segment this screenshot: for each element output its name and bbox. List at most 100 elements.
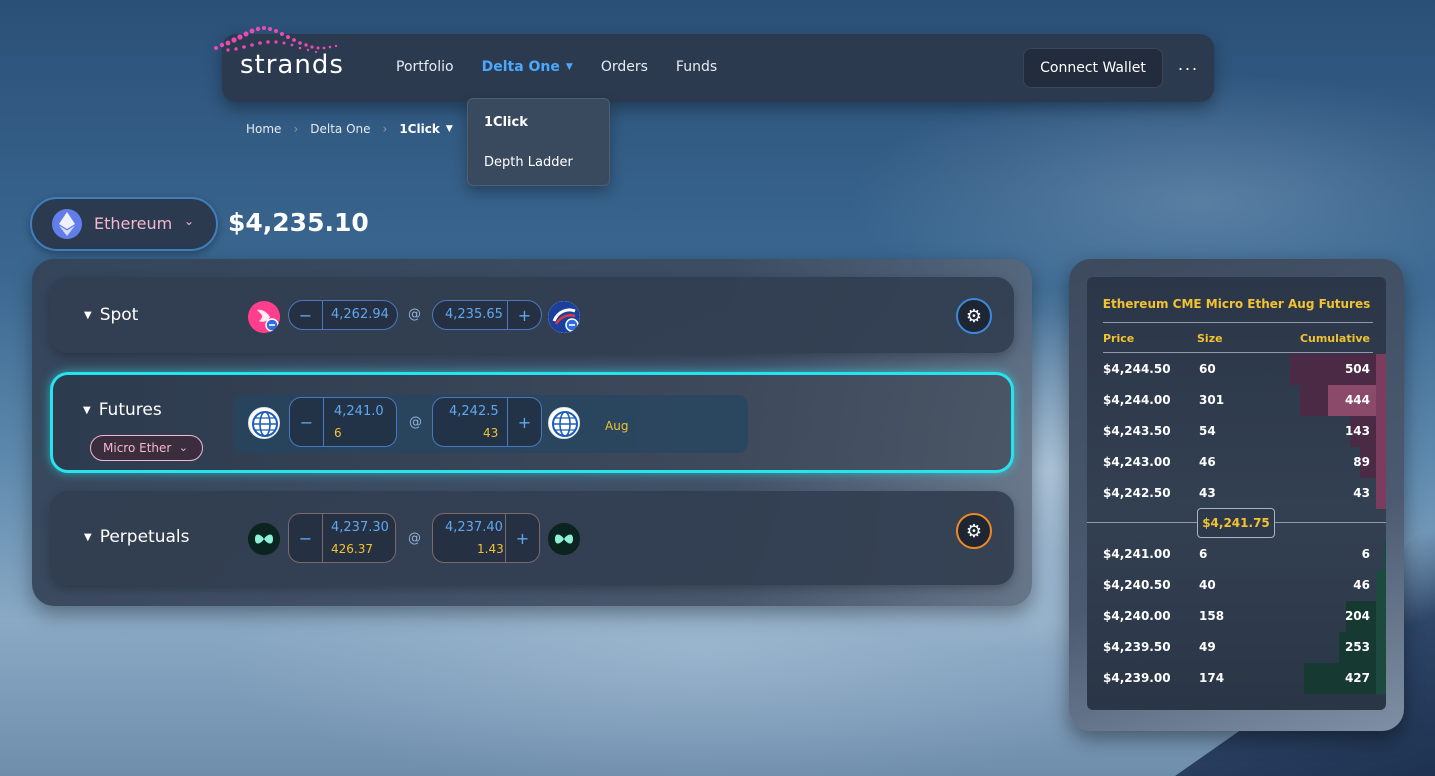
perps-ask-size: 1.43 [477,542,504,556]
bid-cumulative: 427 [1344,671,1370,685]
spot-bid-minus-button[interactable]: − [289,301,323,329]
hyperliquid-icon [248,523,280,555]
futures-bid-size: 6 [334,426,342,440]
perps-bid-size: 426.37 [331,542,373,556]
perps-settings-gear-icon[interactable]: ⚙ [956,513,992,549]
spot-bid-box[interactable]: − 4,262.94 [288,300,398,330]
ask-row[interactable]: $4,243.00 46 89 [1087,447,1386,478]
spot-bid-price: 4,262.94 [331,307,389,322]
depth-bar-edge [1376,570,1386,601]
nav-links: Portfolio Delta One ▼ Orders Funds [396,59,717,75]
depth-bar-edge [1376,416,1386,447]
order-book: Ethereum CME Micro Ether Aug Futures Pri… [1087,277,1386,710]
logo[interactable]: strands [210,18,370,88]
bid-cumulative: 46 [1353,578,1370,592]
futures-ask-plus-button[interactable]: + [507,398,541,446]
col-header-price: Price [1103,332,1135,345]
perps-ask-plus-button[interactable]: + [505,514,539,562]
bid-cumulative: 6 [1361,547,1370,561]
nav-orders[interactable]: Orders [601,59,648,75]
ask-row[interactable]: $4,242.50 43 43 [1087,478,1386,509]
contract-select[interactable]: Micro Ether ⌄ [90,435,203,461]
perps-bid-minus-button[interactable]: − [289,514,323,562]
globe-icon [548,407,580,439]
breadcrumb-current[interactable]: 1Click ▼ [399,122,452,136]
divider [1103,352,1373,353]
bid-row[interactable]: $4,240.50 40 46 [1087,570,1386,601]
col-header-cumulative: Cumulative [1299,332,1370,345]
bid-size: 158 [1199,609,1225,623]
mid-price-badge: $4,241.75 [1197,508,1275,538]
connect-wallet-button[interactable]: Connect Wallet [1023,48,1163,88]
ask-cumulative: 143 [1344,424,1370,438]
order-book-title: Ethereum CME Micro Ether Aug Futures [1102,297,1371,311]
bid-size: 49 [1199,640,1216,654]
ask-cumulative: 89 [1353,455,1370,469]
perps-bid-box[interactable]: − 4,237.30 426.37 [288,513,396,563]
depth-bar-edge [1376,663,1386,694]
dropdown-item-1click[interactable]: 1Click [484,115,528,130]
depth-bar-edge [1376,478,1386,509]
breadcrumb-delta-one[interactable]: Delta One [310,122,370,136]
depth-bar-edge [1376,447,1386,478]
spot-ask-plus-button[interactable]: + [507,301,541,329]
bid-price: $4,239.50 [1103,640,1171,654]
at-symbol: @ [408,531,421,546]
caret-down-icon: ▼ [83,405,91,416]
bid-row[interactable]: $4,241.00 6 6 [1087,539,1386,570]
perps-bid-price: 4,237.30 [331,520,389,535]
depth-bar-edge [1384,539,1386,570]
ask-row[interactable]: $4,244.00 301 444 [1087,385,1386,416]
more-options-icon[interactable]: ··· [1176,52,1200,84]
chevron-right-icon: › [382,122,388,136]
futures-bid-box[interactable]: − 4,241.0 6 [289,397,397,447]
futures-row: ▼ Futures Micro Ether ⌄ − 4,241.0 6 @ 4,2… [50,372,1014,473]
futures-bid-minus-button[interactable]: − [290,398,324,446]
ask-row[interactable]: $4,244.50 60 504 [1087,354,1386,385]
nav-portfolio[interactable]: Portfolio [396,59,454,75]
asset-selector[interactable]: Ethereum ⌄ [30,197,218,251]
logo-text: strands [240,50,344,80]
perps-ask-price: 4,237.40 [445,520,503,535]
globe-icon [248,407,280,439]
asset-name: Ethereum [94,214,173,233]
bid-cumulative: 253 [1344,640,1370,654]
bid-price: $4,240.50 [1103,578,1171,592]
futures-month: Aug [605,419,629,433]
ask-size: 301 [1199,393,1225,407]
nav-delta-one[interactable]: Delta One ▼ [482,59,573,75]
asset-price: $4,235.10 [228,208,369,237]
futures-ask-box[interactable]: 4,242.5 43 + [432,397,542,447]
perpetuals-toggle[interactable]: ▼ Perpetuals [84,527,189,547]
delta-one-dropdown: 1Click Depth Ladder [467,98,610,186]
caret-down-icon: ▼ [84,310,92,321]
bid-row[interactable]: $4,239.50 49 253 [1087,632,1386,663]
perpetuals-label: Perpetuals [99,527,190,547]
nav-funds[interactable]: Funds [676,59,717,75]
futures-toggle[interactable]: ▼ Futures [83,400,162,420]
spot-settings-gear-icon[interactable]: ⚙ [956,298,992,334]
spot-toggle[interactable]: ▼ Spot [84,305,138,325]
spot-ask-price: 4,235.65 [445,307,503,322]
bid-cumulative: 204 [1344,609,1370,623]
bid-size: 174 [1199,671,1225,685]
spot-ask-box[interactable]: 4,235.65 + [432,300,542,330]
ethereum-icon [52,209,82,239]
futures-bid-price: 4,241.0 [334,404,384,419]
breadcrumb-home[interactable]: Home [246,122,281,136]
caret-down-icon: ▼ [565,62,573,72]
at-symbol: @ [409,415,422,430]
chevron-down-icon: ⌄ [184,214,195,228]
ask-cumulative: 444 [1344,393,1370,407]
bid-row[interactable]: $4,240.00 158 204 [1087,601,1386,632]
dropdown-item-depth-ladder[interactable]: Depth Ladder [484,155,573,170]
bid-row[interactable]: $4,239.00 174 427 [1087,663,1386,694]
caret-down-icon: ▼ [445,124,453,134]
perpetuals-row: ▼ Perpetuals − 4,237.30 426.37 @ 4,237.40… [50,491,1014,585]
depth-bar-edge [1376,385,1386,416]
ask-price: $4,243.00 [1103,455,1171,469]
ask-row[interactable]: $4,243.50 54 143 [1087,416,1386,447]
contract-select-label: Micro Ether [103,441,172,455]
perps-ask-box[interactable]: 4,237.40 1.43 + [432,513,540,563]
ask-size: 43 [1199,486,1216,500]
